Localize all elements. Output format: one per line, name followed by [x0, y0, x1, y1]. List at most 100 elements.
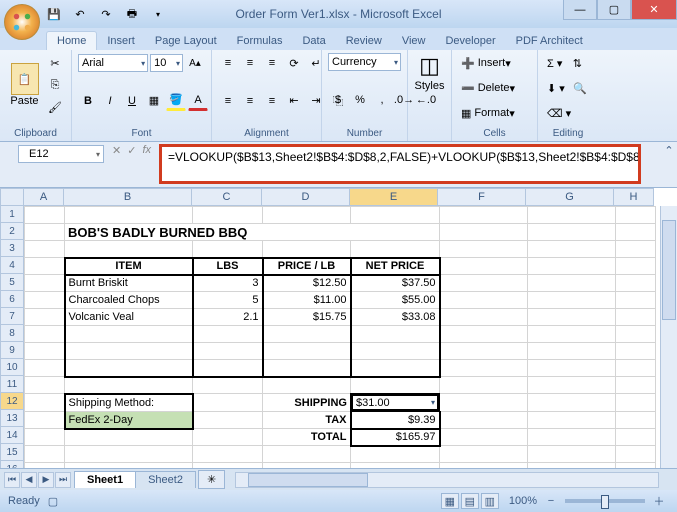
- horizontal-scrollbar[interactable]: [235, 472, 659, 488]
- row-header-15[interactable]: 15: [0, 444, 24, 461]
- zoom-slider[interactable]: [565, 499, 645, 503]
- maximize-button[interactable]: ▢: [597, 0, 631, 20]
- tab-nav-first-icon[interactable]: ⏮: [4, 472, 20, 488]
- qat-more-icon[interactable]: ▾: [148, 6, 168, 22]
- fx-icon[interactable]: fx: [142, 144, 151, 157]
- formula-bar[interactable]: =VLOOKUP($B$13,Sheet2!$B$4:$D$8,2,FALSE)…: [159, 144, 641, 184]
- office-button[interactable]: [4, 4, 40, 40]
- insert-cells-button[interactable]: ➕Insert ▾: [458, 53, 514, 73]
- find-icon[interactable]: 🔍: [570, 78, 590, 98]
- font-color-icon[interactable]: A: [188, 91, 208, 111]
- row-header-8[interactable]: 8: [0, 325, 24, 342]
- ribbon-tab-view[interactable]: View: [392, 32, 436, 50]
- row-header-10[interactable]: 10: [0, 359, 24, 376]
- font-name-select[interactable]: Arial: [78, 54, 148, 72]
- row-header-9[interactable]: 9: [0, 342, 24, 359]
- zoom-out-icon[interactable]: −: [541, 491, 561, 511]
- enter-formula-icon[interactable]: ✓: [127, 144, 136, 157]
- column-header-F[interactable]: F: [438, 188, 526, 206]
- align-right-icon[interactable]: ≡: [262, 91, 282, 111]
- new-sheet-icon[interactable]: ✳: [198, 470, 225, 489]
- paste-button[interactable]: 📋 Paste: [6, 63, 43, 107]
- row-header-4[interactable]: 4: [0, 257, 24, 274]
- row-header-13[interactable]: 13: [0, 410, 24, 427]
- row-header-7[interactable]: 7: [0, 308, 24, 325]
- bold-button[interactable]: B: [78, 91, 98, 111]
- ribbon-tab-page-layout[interactable]: Page Layout: [145, 32, 227, 50]
- column-header-D[interactable]: D: [262, 188, 350, 206]
- name-box[interactable]: E12: [18, 145, 104, 163]
- row-header-11[interactable]: 11: [0, 376, 24, 393]
- select-all-corner[interactable]: [0, 188, 24, 206]
- font-size-select[interactable]: 10: [150, 54, 183, 72]
- cancel-formula-icon[interactable]: ✕: [112, 144, 121, 157]
- autosum-icon[interactable]: Σ ▾: [544, 53, 565, 73]
- align-left-icon[interactable]: ≡: [218, 91, 238, 111]
- italic-button[interactable]: I: [100, 91, 120, 111]
- vertical-scrollbar[interactable]: [660, 206, 677, 482]
- align-center-icon[interactable]: ≡: [240, 91, 260, 111]
- format-painter-icon[interactable]: 🖌: [45, 97, 65, 117]
- tab-nav-last-icon[interactable]: ⏭: [55, 472, 71, 488]
- align-middle-icon[interactable]: ≡: [240, 53, 260, 73]
- format-cells-button[interactable]: ▦Format ▾: [458, 103, 518, 123]
- ribbon-tab-pdf-architect[interactable]: PDF Architect: [506, 32, 593, 50]
- qat-redo-icon[interactable]: ↷: [96, 6, 116, 22]
- row-header-12[interactable]: 12: [0, 393, 24, 410]
- copy-icon[interactable]: ⎘: [45, 75, 65, 95]
- delete-cells-button[interactable]: ➖Delete ▾: [458, 78, 518, 98]
- close-button[interactable]: ✕: [631, 0, 677, 20]
- sheet-tab-sheet1[interactable]: Sheet1: [74, 471, 136, 488]
- number-format-select[interactable]: Currency: [328, 53, 401, 71]
- row-header-2[interactable]: 2: [0, 223, 24, 240]
- row-header-3[interactable]: 3: [0, 240, 24, 257]
- qat-print-icon[interactable]: 🖶: [122, 6, 142, 22]
- styles-button[interactable]: ◫ Styles: [414, 53, 445, 92]
- row-header-5[interactable]: 5: [0, 274, 24, 291]
- column-header-B[interactable]: B: [64, 188, 192, 206]
- align-top-icon[interactable]: ≡: [218, 53, 238, 73]
- clear-icon[interactable]: ⌫ ▾: [544, 103, 574, 123]
- tab-nav-prev-icon[interactable]: ◀: [21, 472, 37, 488]
- ribbon-tab-insert[interactable]: Insert: [97, 32, 145, 50]
- page-break-view-icon[interactable]: ▥: [481, 493, 499, 509]
- qat-save-icon[interactable]: 💾: [44, 6, 64, 22]
- decrease-indent-icon[interactable]: ⇤: [284, 91, 304, 111]
- column-header-G[interactable]: G: [526, 188, 614, 206]
- row-header-14[interactable]: 14: [0, 427, 24, 444]
- comma-icon[interactable]: ,: [372, 90, 392, 110]
- macro-record-icon[interactable]: ▢: [48, 495, 58, 508]
- align-bottom-icon[interactable]: ≡: [262, 53, 282, 73]
- minimize-button[interactable]: ―: [563, 0, 597, 20]
- fill-color-icon[interactable]: 🪣: [166, 91, 186, 111]
- column-header-C[interactable]: C: [192, 188, 262, 206]
- ribbon-tab-developer[interactable]: Developer: [435, 32, 505, 50]
- zoom-in-icon[interactable]: ＋: [649, 491, 669, 511]
- percent-icon[interactable]: %: [350, 90, 370, 110]
- column-header-E[interactable]: E: [350, 188, 438, 206]
- sort-icon[interactable]: ⇅: [567, 53, 587, 73]
- ribbon-tab-review[interactable]: Review: [336, 32, 392, 50]
- ribbon-tab-formulas[interactable]: Formulas: [227, 32, 293, 50]
- tab-nav-next-icon[interactable]: ▶: [38, 472, 54, 488]
- fill-icon[interactable]: ⬇ ▾: [544, 78, 568, 98]
- ribbon-tab-data[interactable]: Data: [292, 32, 335, 50]
- page-layout-view-icon[interactable]: ▤: [461, 493, 479, 509]
- cut-icon[interactable]: ✂: [45, 53, 65, 73]
- row-header-6[interactable]: 6: [0, 291, 24, 308]
- spreadsheet-grid[interactable]: BOB'S BADLY BURNED BBQITEMLBSPRICE / LBN…: [24, 206, 656, 480]
- qat-undo-icon[interactable]: ↶: [70, 6, 90, 22]
- border-icon[interactable]: ▦: [144, 91, 164, 111]
- zoom-level[interactable]: 100%: [509, 495, 537, 507]
- ribbon-tab-home[interactable]: Home: [46, 31, 97, 50]
- column-header-A[interactable]: A: [24, 188, 64, 206]
- underline-button[interactable]: U: [122, 91, 142, 111]
- expand-formula-icon[interactable]: ⌃: [661, 144, 677, 157]
- column-header-H[interactable]: H: [614, 188, 654, 206]
- normal-view-icon[interactable]: ▦: [441, 493, 459, 509]
- sheet-tab-sheet2[interactable]: Sheet2: [135, 471, 196, 488]
- orientation-icon[interactable]: ⟳: [284, 53, 304, 73]
- currency-icon[interactable]: $: [328, 90, 348, 110]
- row-header-1[interactable]: 1: [0, 206, 24, 223]
- grow-font-icon[interactable]: A▴: [185, 53, 205, 73]
